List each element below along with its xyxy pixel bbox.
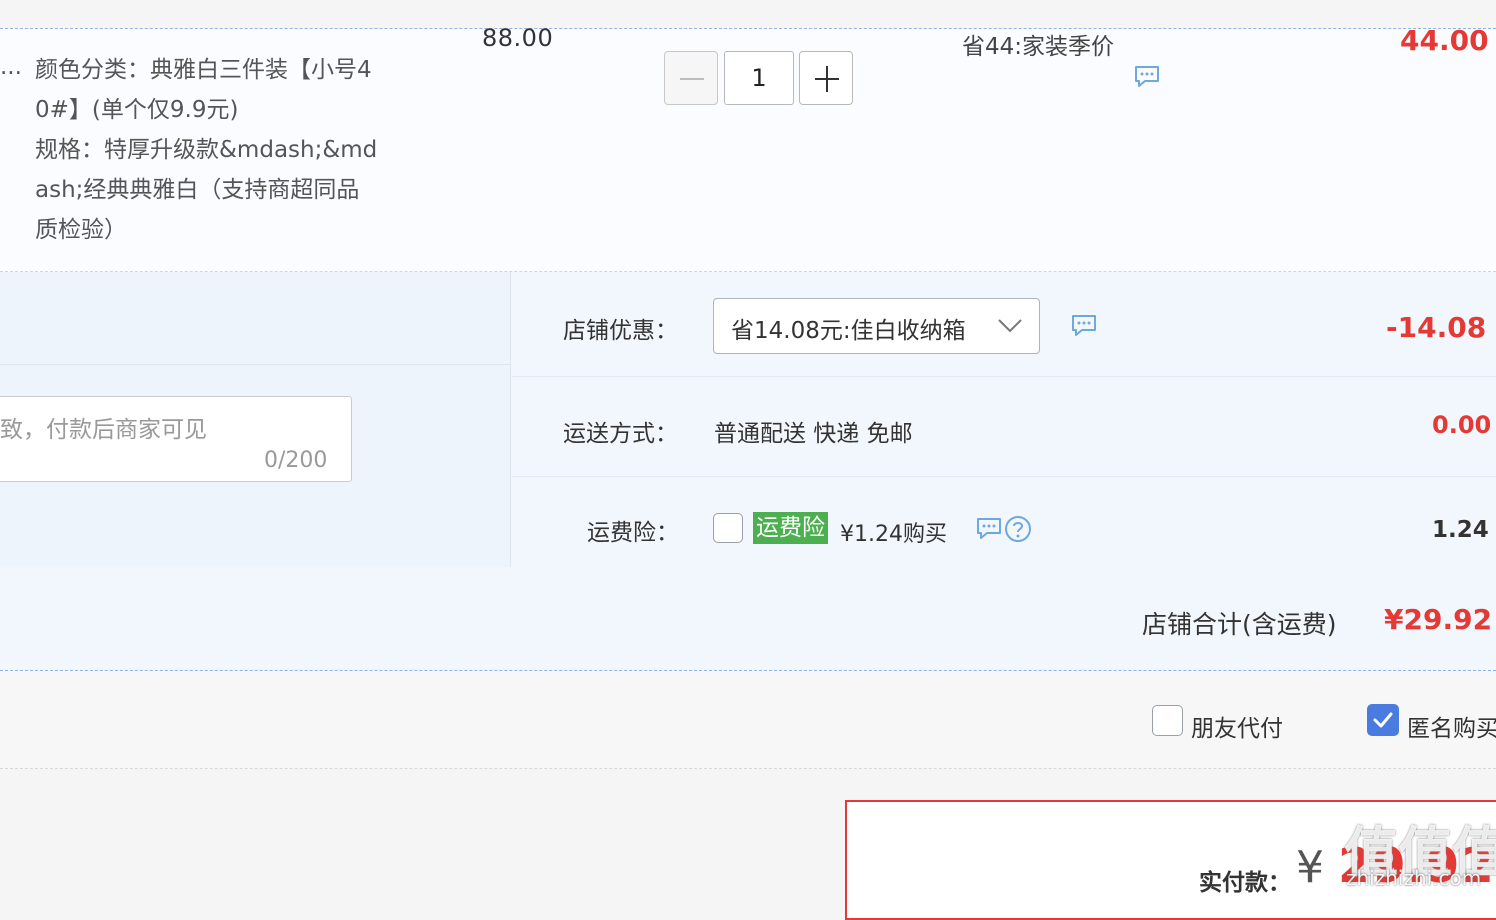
insurance-amount: 1.24 (1432, 517, 1489, 543)
item-promo-text: 省44:家装季价 (962, 34, 1115, 60)
sku-line: 规格：特厚升级款&mdash;&md (35, 137, 378, 163)
sku-line: ash;经典典雅白（支持商超同品 (35, 177, 360, 203)
chevron-down-icon (998, 319, 1022, 333)
item-title-ellipsis: ... (0, 54, 22, 80)
item-sku-info: 颜色分类：典雅白三件装【小号4 0#】(单个仅9.9元) 规格：特厚升级款&md… (35, 50, 377, 250)
chat-icon[interactable] (1070, 313, 1098, 339)
memo-char-count: 0/200 (264, 448, 328, 473)
anonymous-label[interactable]: 匿名购买 (1407, 709, 1496, 743)
anonymous-checkbox[interactable] (1367, 704, 1399, 736)
shipping-amount: 0.00 (1432, 411, 1492, 439)
currency-symbol: ¥ (1296, 842, 1324, 893)
insurance-price: ¥1.24购买 (840, 522, 947, 547)
sku-line: 质检验） (35, 217, 127, 243)
actual-pay-label: 实付款： (1199, 870, 1291, 896)
shipping-label: 运送方式： (563, 421, 678, 447)
chat-icon[interactable] (1133, 64, 1161, 90)
unit-price: 88.00 (482, 24, 554, 52)
shipping-method: 普通配送 快递 免邮 (714, 421, 913, 447)
friend-pay-label[interactable]: 朋友代付 (1191, 709, 1283, 743)
item-subtotal: 44.00 (1400, 24, 1489, 57)
insurance-label: 运费险： (587, 520, 679, 546)
quantity-input[interactable]: 1 (724, 51, 794, 105)
checkmark-icon (1373, 712, 1393, 728)
memo-placeholder: 致，付款后商家可见 (0, 417, 207, 443)
insurance-checkbox[interactable] (713, 513, 743, 543)
insurance-badge: 运费险 (753, 512, 828, 544)
shop-total-label: 店铺合计(含运费) (1142, 610, 1337, 639)
discount-selected-value: 省14.08元:佳白收纳箱 (731, 318, 966, 344)
top-strip (0, 0, 1496, 29)
discount-amount: -14.08 (1386, 311, 1487, 344)
quantity-increase-button[interactable] (799, 51, 853, 105)
chat-icon[interactable] (975, 516, 1003, 542)
discount-label: 店铺优惠： (563, 318, 678, 344)
quantity-decrease-button[interactable] (664, 51, 718, 105)
sku-line: 颜色分类：典雅白三件装【小号4 (35, 57, 372, 83)
watermark-url: zhizhizhi.com (1346, 866, 1482, 890)
help-icon[interactable] (1004, 515, 1032, 543)
shop-total-value: ¥29.92 (1384, 603, 1493, 636)
friend-pay-checkbox[interactable] (1152, 705, 1183, 736)
sku-line: 0#】(单个仅9.9元) (35, 97, 239, 123)
minus-icon (680, 78, 704, 80)
